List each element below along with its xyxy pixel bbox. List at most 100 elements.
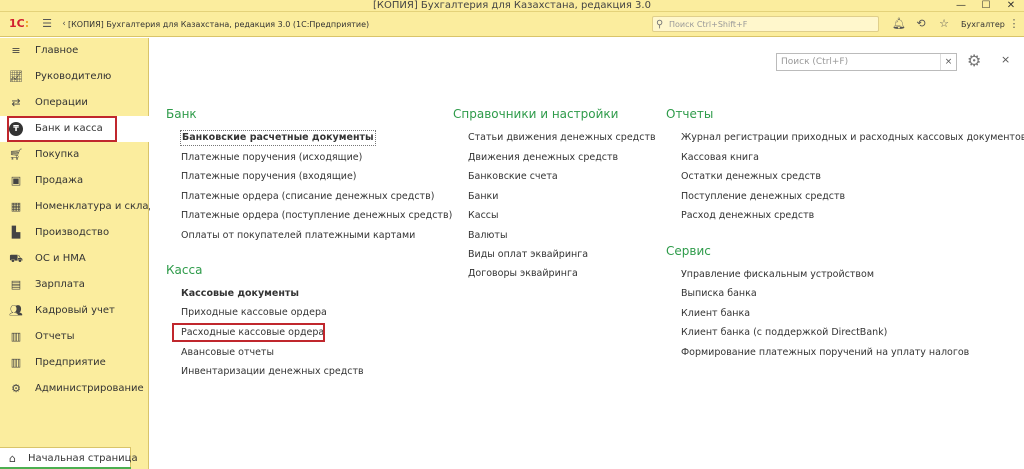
app-toolbar: 1С: ☰ ‹ [КОПИЯ] Бухгалтерия для Казахста… [0, 12, 1024, 37]
sidebar-item-label: Продажа [35, 175, 84, 186]
sidebar-item-fixed-assets[interactable]: ⛟ ОС и НМА [0, 246, 149, 272]
link-payment-orders-credit[interactable]: Платежные ордера (поступление денежных с… [181, 209, 452, 223]
close-section-button[interactable]: × [1001, 53, 1010, 66]
search-icon: ⚲ [656, 19, 664, 30]
section-search-placeholder: Поиск (Ctrl+F) [781, 57, 849, 67]
enterprise-icon: ▥ [10, 356, 22, 369]
section-title-service: Сервис [666, 244, 711, 258]
window-close-button[interactable]: ✕ [1000, 0, 1022, 12]
grid-icon: ▦ [10, 200, 22, 213]
operations-icon: ⇄ [11, 96, 21, 109]
bell-icon[interactable]: 🔔︎ [890, 15, 908, 33]
global-search-placeholder: Поиск Ctrl+Shift+F [669, 20, 748, 29]
link-banks[interactable]: Банки [468, 190, 498, 204]
link-cash-expenses[interactable]: Расход денежных средств [681, 209, 814, 223]
sidebar-item-label: Главное [35, 45, 79, 56]
sidebar-item-label: Номенклатура и склад [35, 201, 156, 212]
link-bank-client[interactable]: Клиент банка [681, 307, 750, 321]
home-icon: ⌂ [9, 452, 16, 465]
history-icon[interactable]: ⟲ [912, 15, 930, 33]
home-tab-label: Начальная страница [28, 453, 138, 464]
sidebar-item-nomenclature[interactable]: ▦ Номенклатура и склад [0, 194, 156, 220]
sidebar-item-operations[interactable]: ⇄ Операции [0, 90, 149, 116]
gear-icon: ⚙ [11, 382, 21, 395]
sidebar-item-label: Руководителю [35, 71, 112, 82]
sidebar-item-label: Отчеты [35, 331, 75, 342]
link-acquiring-types[interactable]: Виды оплат эквайринга [468, 248, 588, 262]
link-cash-inventory[interactable]: Инвентаризации денежных средств [181, 365, 364, 379]
section-search-input[interactable]: Поиск (Ctrl+F) × [776, 53, 957, 71]
kebab-icon[interactable]: ⋮ [1005, 15, 1023, 33]
link-acquiring-contracts[interactable]: Договоры эквайринга [468, 267, 578, 281]
window-titlebar: [КОПИЯ] Бухгалтерия для Казахстана, реда… [0, 0, 1024, 12]
clear-search-button[interactable]: × [940, 54, 956, 70]
sidebar-item-bank-cash[interactable]: ₸ Банк и касса [0, 116, 149, 142]
window-title: [КОПИЯ] Бухгалтерия для Казахстана, реда… [373, 0, 651, 11]
sidebar-item-label: ОС и НМА [35, 253, 86, 264]
link-cash-book[interactable]: Кассовая книга [681, 151, 759, 165]
link-bank-accounts[interactable]: Банковские счета [468, 170, 558, 184]
section-title-kassa: Касса [166, 263, 203, 277]
sidebar-item-main[interactable]: ≡ Главное [0, 38, 149, 64]
sidebar-item-label: Банк и касса [35, 123, 103, 134]
link-tax-payment-orders[interactable]: Формирование платежных поручений на упла… [681, 346, 969, 360]
link-outgoing-cash-orders[interactable]: Расходные кассовые ордера [181, 326, 324, 340]
window-minimize-button[interactable]: — [950, 0, 972, 12]
link-cash-balances[interactable]: Остатки денежных средств [681, 170, 821, 184]
sidebar-item-label: Зарплата [35, 279, 85, 290]
sidebar-item-enterprise[interactable]: ▥ Предприятие [0, 350, 149, 376]
link-bank-documents[interactable]: Банковские расчетные документы [180, 130, 376, 146]
link-payment-orders-out[interactable]: Платежные поручения (исходящие) [181, 151, 362, 165]
user-name[interactable]: Бухгалтер [961, 12, 1005, 37]
home-page-tab[interactable]: ⌂ Начальная страница [0, 447, 138, 469]
link-cash-desks[interactable]: Кассы [468, 209, 499, 223]
people-icon: 👥︎ [9, 304, 23, 317]
settings-gear-icon[interactable]: ⚙ [967, 51, 981, 70]
link-incoming-cash-orders[interactable]: Приходные кассовые ордера [181, 306, 327, 320]
sidebar: ≡ Главное 📈︎ Руководителю ⇄ Операции ₸ Б… [0, 38, 156, 469]
section-title-reports: Отчеты [666, 107, 714, 121]
link-bank-statement[interactable]: Выписка банка [681, 287, 757, 301]
tenge-icon: ₸ [9, 122, 23, 136]
sidebar-item-hr[interactable]: 👥︎ Кадровый учет [0, 298, 149, 324]
chart-icon: 📈︎ [9, 70, 23, 83]
star-icon[interactable]: ☆ [935, 15, 953, 33]
sidebar-item-purchase[interactable]: 🛒︎ Покупка [0, 142, 149, 168]
section-title-references: Справочники и настройки [453, 107, 619, 121]
link-card-payments[interactable]: Оплаты от покупателей платежными картами [181, 229, 415, 243]
sidebar-item-salary[interactable]: ▤ Зарплата [0, 272, 149, 298]
app-title: [КОПИЯ] Бухгалтерия для Казахстана, реда… [68, 20, 370, 29]
1c-logo: 1С: [9, 17, 30, 30]
link-cashflow-items[interactable]: Статьи движения денежных средств [468, 131, 656, 145]
link-payment-orders-in[interactable]: Платежные поручения (входящие) [181, 170, 357, 184]
sidebar-item-label: Покупка [35, 149, 80, 160]
link-fiscal-device[interactable]: Управление фискальным устройством [681, 268, 874, 282]
window-maximize-button[interactable]: ☐ [975, 0, 997, 12]
link-payment-orders-debit[interactable]: Платежные ордера (списание денежных сред… [181, 190, 434, 204]
sidebar-item-label: Предприятие [35, 357, 106, 368]
cart-icon: 🛒︎ [9, 148, 23, 161]
link-currencies[interactable]: Валюты [468, 229, 507, 243]
link-cash-movements[interactable]: Движения денежных средств [468, 151, 618, 165]
hamburger-icon: ≡ [11, 44, 21, 57]
link-cash-documents[interactable]: Кассовые документы [181, 287, 299, 301]
global-search-input[interactable]: ⚲ Поиск Ctrl+Shift+F [652, 16, 879, 32]
bar-chart-icon: ▥ [10, 330, 22, 343]
sidebar-item-label: Производство [35, 227, 110, 238]
truck-icon: ⛟ [9, 252, 23, 265]
sidebar-item-manager[interactable]: 📈︎ Руководителю [0, 64, 149, 90]
link-cash-doc-journal[interactable]: Журнал регистрации приходных и расходных… [681, 131, 1024, 145]
sidebar-item-admin[interactable]: ⚙ Администрирование [0, 376, 149, 402]
link-advance-reports[interactable]: Авансовые отчеты [181, 346, 274, 360]
sidebar-item-reports[interactable]: ▥ Отчеты [0, 324, 149, 350]
sidebar-item-sales[interactable]: ▣ Продажа [0, 168, 149, 194]
menu-icon[interactable]: ☰ [38, 15, 56, 33]
sidebar-item-production[interactable]: ▙ Производство [0, 220, 149, 246]
factory-icon: ▙ [11, 226, 21, 239]
sidebar-item-label: Кадровый учет [35, 305, 115, 316]
link-cash-receipts[interactable]: Поступление денежных средств [681, 190, 845, 204]
section-title-bank: Банк [166, 107, 197, 121]
main-content: Поиск (Ctrl+F) × ⚙ × Банк Банковские рас… [150, 38, 1024, 469]
sidebar-item-label: Операции [35, 97, 88, 108]
link-bank-client-directbank[interactable]: Клиент банка (с поддержкой DirectBank) [681, 326, 887, 340]
